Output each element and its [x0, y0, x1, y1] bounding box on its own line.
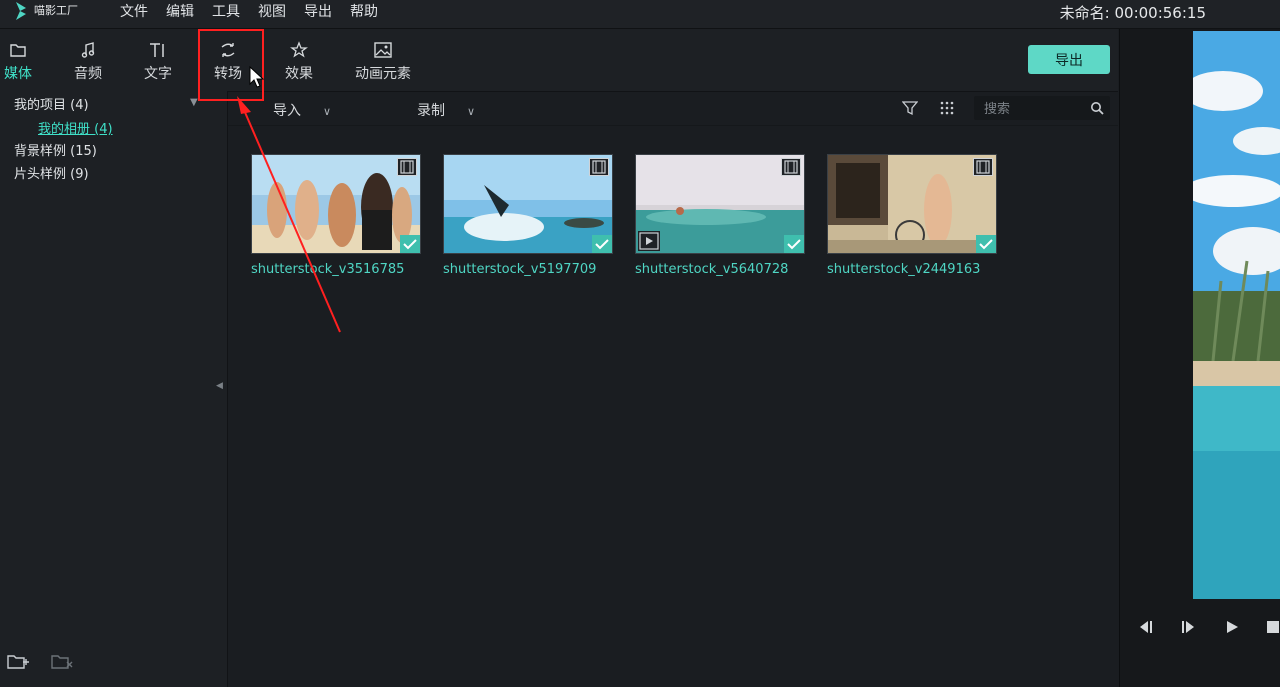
media-item-name: shutterstock_v2449163 [827, 262, 981, 277]
annotation-highlight-box [198, 29, 264, 101]
checkmark-icon [592, 235, 612, 253]
image-icon [374, 42, 392, 58]
record-label: 录制 [417, 103, 445, 119]
menu-export[interactable]: 导出 [304, 0, 332, 28]
media-thumbnail[interactable] [827, 154, 997, 254]
preview-panel [1119, 29, 1280, 687]
chevron-down-icon: ∨ [467, 105, 476, 118]
project-duration: 00:00:56:15 [1114, 4, 1206, 22]
video-clip-icon [397, 158, 417, 176]
menu-edit[interactable]: 编辑 [166, 0, 194, 28]
media-thumbnail[interactable] [443, 154, 613, 254]
playback-controls [1120, 609, 1280, 649]
effects-star-icon [290, 41, 308, 58]
media-item-name: shutterstock_v3516785 [251, 262, 405, 277]
delete-folder-icon[interactable] [50, 651, 74, 675]
tab-audio-label: 音频 [74, 66, 102, 82]
tab-elements[interactable]: 动画元素 [354, 39, 412, 83]
play-preview-icon[interactable] [638, 231, 660, 251]
media-item[interactable]: shutterstock_v3516785 [251, 154, 421, 277]
next-frame-icon[interactable] [1180, 619, 1198, 635]
folder-icon [10, 44, 26, 57]
tab-audio[interactable]: 音频 [72, 39, 104, 83]
export-button[interactable]: 导出 [1028, 45, 1110, 74]
grid-view-icon[interactable] [939, 100, 955, 116]
media-toolbar: 媒体 音频 文字 转场 效果 动画元素 导出 [0, 29, 1118, 95]
media-item[interactable]: shutterstock_v2449163 [827, 154, 997, 277]
tree-my-album[interactable]: 我的相册 (4) [38, 118, 113, 137]
video-clip-icon [589, 158, 609, 176]
thumbnail-image [252, 155, 420, 253]
filter-icon[interactable] [902, 100, 918, 116]
checkmark-icon [400, 235, 420, 253]
menu-help[interactable]: 帮助 [350, 0, 378, 28]
import-label: 导入 [273, 103, 301, 119]
media-thumbnail[interactable] [635, 154, 805, 254]
mouse-cursor-icon [249, 66, 265, 88]
tree-my-project[interactable]: 我的项目 (4) [14, 94, 89, 113]
thumbnail-image [828, 155, 996, 253]
library-subbar: 导入 ∨ 录制 ∨ [228, 92, 1118, 126]
media-thumbnail[interactable] [251, 154, 421, 254]
media-item[interactable]: shutterstock_v5197709 [443, 154, 613, 277]
checkmark-icon [976, 235, 996, 253]
tab-elements-label: 动画元素 [355, 66, 411, 82]
new-folder-icon[interactable] [6, 651, 30, 675]
menu-tools[interactable]: 工具 [212, 0, 240, 28]
video-clip-icon [973, 158, 993, 176]
logo-icon [16, 2, 26, 20]
collapse-panel-icon[interactable]: ◀ [216, 381, 223, 391]
main-menu: 文件 编辑 工具 视图 导出 帮助 [120, 0, 396, 28]
chevron-down-icon: ∨ [323, 105, 332, 118]
preview-video-frame[interactable] [1193, 31, 1280, 599]
menu-view[interactable]: 视图 [258, 0, 286, 28]
menu-bar: 喵影工厂 文件 编辑 工具 视图 导出 帮助 未命名: 00:00:56:15 [0, 0, 1280, 29]
project-title: 未命名: 00:00:56:15 [1060, 2, 1206, 23]
thumbnail-image [636, 155, 804, 253]
project-name-label: 未命名: [1059, 4, 1110, 22]
music-note-icon [81, 42, 95, 58]
tab-media[interactable]: 媒体 [3, 39, 33, 95]
import-dropdown[interactable]: 导入 ∨ [273, 100, 331, 120]
previous-frame-icon[interactable] [1136, 619, 1154, 635]
stop-icon[interactable] [1267, 619, 1280, 635]
tree-background-samples[interactable]: 背景样例 (15) [14, 140, 97, 159]
tree-intro-samples[interactable]: 片头样例 (9) [14, 163, 89, 182]
media-item[interactable]: shutterstock_v5640728 [635, 154, 805, 277]
logo-text: 喵影工厂 [34, 4, 78, 17]
media-item-name: shutterstock_v5197709 [443, 262, 597, 277]
tab-effects[interactable]: 效果 [283, 39, 315, 83]
tab-media-label: 媒体 [4, 66, 32, 82]
tab-titles[interactable]: 文字 [142, 39, 174, 83]
thumbnail-image [444, 155, 612, 253]
video-clip-icon [781, 158, 801, 176]
tab-effects-label: 效果 [285, 66, 313, 82]
checkmark-icon [784, 235, 804, 253]
media-item-name: shutterstock_v5640728 [635, 262, 789, 277]
record-dropdown[interactable]: 录制 ∨ [417, 100, 475, 120]
menu-file[interactable]: 文件 [120, 0, 148, 28]
folder-actions [6, 651, 94, 675]
text-icon [150, 43, 164, 57]
app-logo: 喵影工厂 [14, 2, 78, 20]
media-library-sidebar: 我的项目 (4) ▼ 我的相册 (4) 背景样例 (15) 片头样例 (9) ◀ [0, 91, 228, 687]
tab-titles-label: 文字 [144, 66, 172, 82]
chevron-down-icon[interactable]: ▼ [190, 97, 198, 108]
search-input[interactable] [982, 99, 1086, 119]
search-box [974, 96, 1110, 120]
play-icon[interactable] [1224, 619, 1240, 635]
search-icon[interactable] [1090, 101, 1104, 115]
